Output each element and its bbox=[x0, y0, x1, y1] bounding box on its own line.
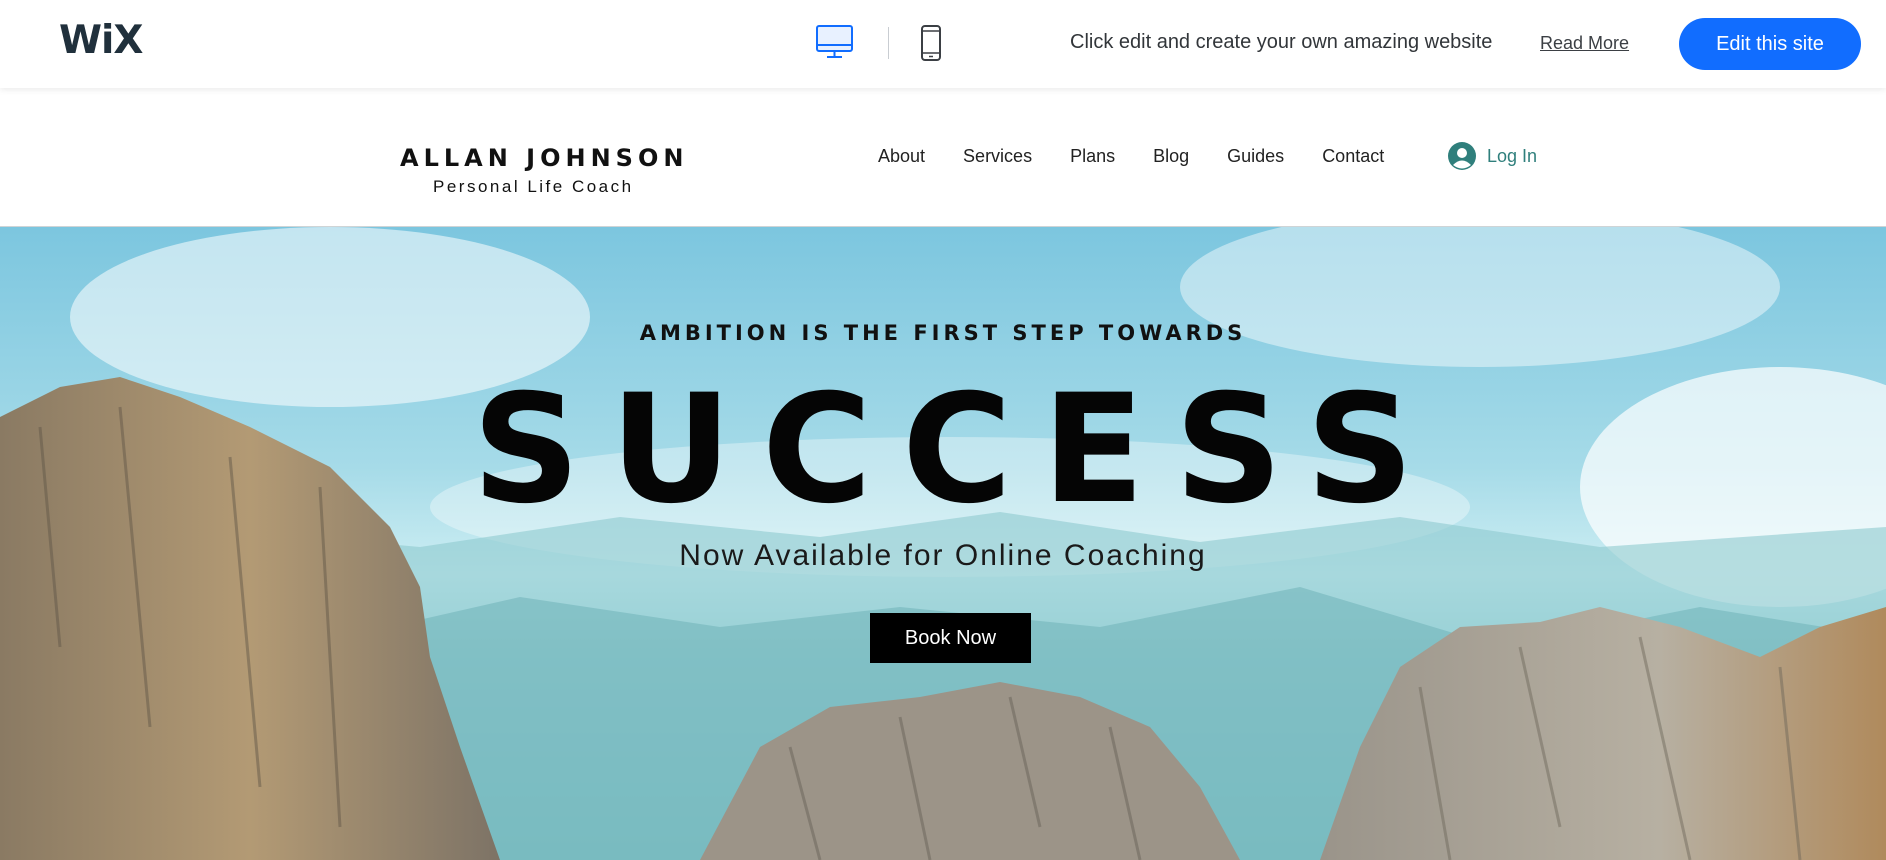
book-now-button[interactable]: Book Now bbox=[870, 613, 1031, 663]
site-header: ALLAN JOHNSON Personal Life Coach About … bbox=[0, 88, 1886, 227]
hero-section: AMBITION IS THE FIRST STEP TOWARDS SUCCE… bbox=[0, 227, 1886, 860]
promo-text: Click edit and create your own amazing w… bbox=[1070, 31, 1493, 53]
nav-item-blog[interactable]: Blog bbox=[1153, 146, 1189, 167]
user-avatar-icon bbox=[1448, 142, 1476, 170]
brand-tagline: Personal Life Coach bbox=[433, 177, 634, 196]
hero-title: SUCCESS bbox=[472, 363, 1444, 537]
wix-editor-bar: WiX Click edit and create your own amazi… bbox=[0, 0, 1886, 88]
desktop-icon bbox=[816, 25, 853, 58]
desktop-view-button[interactable] bbox=[815, 24, 855, 65]
edit-site-button[interactable]: Edit this site bbox=[1679, 18, 1861, 70]
hero-subtitle: Now Available for Online Coaching bbox=[679, 539, 1207, 572]
brand-name[interactable]: ALLAN JOHNSON bbox=[400, 144, 688, 172]
wix-logo[interactable]: WiX bbox=[59, 18, 143, 63]
read-more-link[interactable]: Read More bbox=[1540, 33, 1629, 54]
hero-kicker: AMBITION IS THE FIRST STEP TOWARDS bbox=[639, 321, 1247, 345]
mobile-icon bbox=[921, 25, 941, 61]
login-button[interactable]: Log In bbox=[1448, 142, 1537, 170]
nav-item-contact[interactable]: Contact bbox=[1322, 146, 1384, 167]
main-nav: About Services Plans Blog Guides Contact bbox=[878, 146, 1422, 167]
nav-item-services[interactable]: Services bbox=[963, 146, 1032, 167]
mobile-view-button[interactable] bbox=[920, 24, 942, 67]
nav-item-about[interactable]: About bbox=[878, 146, 925, 167]
nav-item-guides[interactable]: Guides bbox=[1227, 146, 1284, 167]
nav-item-plans[interactable]: Plans bbox=[1070, 146, 1115, 167]
device-divider bbox=[888, 27, 889, 59]
login-label: Log In bbox=[1487, 145, 1538, 166]
